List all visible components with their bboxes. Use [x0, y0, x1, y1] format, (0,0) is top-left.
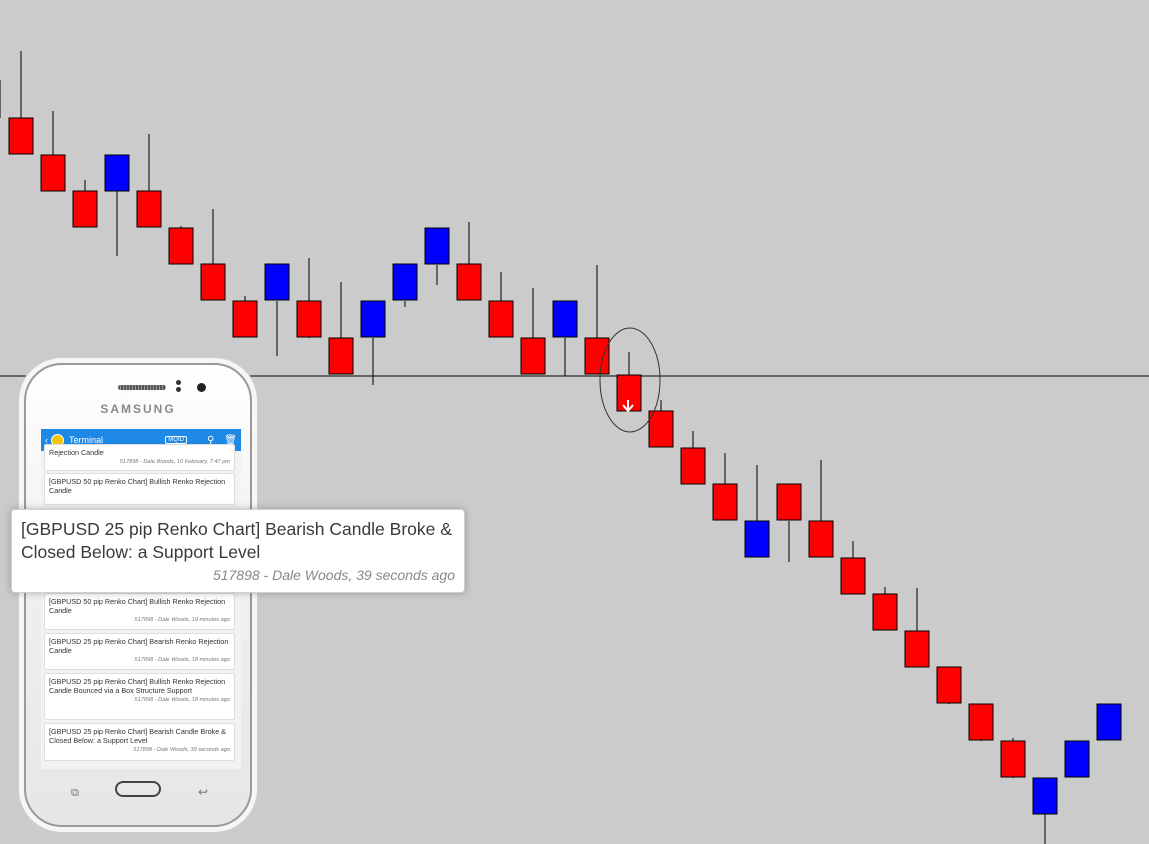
bearish-brick: [936, 666, 962, 704]
bearish-brick: [8, 117, 34, 155]
message-title: [GBPUSD 25 pip Renko Chart] Bearish Cand…: [49, 727, 226, 745]
home-button[interactable]: [115, 781, 161, 797]
list-item[interactable]: [GBPUSD 25 pip Renko Chart] Bearish Cand…: [44, 723, 235, 761]
bearish-brick: [904, 630, 930, 668]
bullish-brick: [1064, 740, 1090, 778]
bearish-brick: [296, 300, 322, 338]
recent-apps-icon[interactable]: ⧉: [71, 787, 79, 800]
back-arrow-icon[interactable]: ↩: [198, 785, 208, 799]
message-meta: 517898 - Dale Woods, 39 seconds ago: [133, 747, 230, 753]
bearish-brick: [680, 447, 706, 485]
bullish-brick: [424, 227, 450, 265]
message-meta: 517898 - Dale Woods, 19 minutes ago: [134, 617, 230, 623]
bearish-brick: [808, 520, 834, 558]
list-item[interactable]: [GBPUSD 50 pip Renko Chart] Bullish Renk…: [44, 593, 235, 630]
list-item[interactable]: [GBPUSD 25 pip Renko Chart] Bullish Renk…: [44, 673, 235, 720]
notification-title: [GBPUSD 25 pip Renko Chart] Bearish Cand…: [21, 519, 452, 562]
message-meta: 517898 - Dale Woods, 10 February, 7:47 p…: [119, 459, 230, 465]
speaker-grill: [118, 385, 166, 390]
bearish-brick: [136, 190, 162, 228]
bearish-brick: [520, 337, 546, 375]
bearish-brick: [200, 263, 226, 301]
phone-navbar: ⧉ ↩: [26, 777, 250, 807]
bullish-brick: [360, 300, 386, 338]
bullish-brick: [392, 263, 418, 301]
list-item[interactable]: [GBPUSD 50 pip Renko Chart] Bullish Renk…: [44, 473, 235, 505]
message-title: [GBPUSD 25 pip Renko Chart] Bullish Renk…: [49, 677, 226, 695]
list-item[interactable]: [GBPUSD 25 pip Renko Chart] Bearish Renk…: [44, 633, 235, 670]
bullish-brick: [552, 300, 578, 338]
sensor-dot: [176, 380, 181, 385]
bearish-brick: [1000, 740, 1026, 778]
bearish-brick: [168, 227, 194, 265]
bearish-brick: [72, 190, 98, 228]
message-meta: 517898 - Dale Woods, 18 minutes ago: [134, 657, 230, 663]
message-title: [GBPUSD 25 pip Renko Chart] Bearish Renk…: [49, 637, 229, 655]
message-title: [GBPUSD 50 pip Renko Chart] Bullish Renk…: [49, 477, 226, 495]
phone-brand: SAMSUNG: [100, 402, 176, 416]
bearish-brick: [776, 483, 802, 521]
list-item[interactable]: Rejection Candle 517898 - Dale Woods, 10…: [44, 444, 235, 471]
bearish-brick: [584, 337, 610, 375]
notification-popup[interactable]: [GBPUSD 25 pip Renko Chart] Bearish Cand…: [11, 509, 465, 593]
bearish-brick: [712, 483, 738, 521]
bearish-brick: [456, 263, 482, 301]
bearish-brick: [40, 154, 66, 192]
notification-meta: 517898 - Dale Woods, 39 seconds ago: [212, 567, 455, 583]
phone-screen: ‹ Terminal MQID ⚲ 🗑 Rejection Candle 517…: [41, 429, 241, 769]
phone-mockup: SAMSUNG ‹ Terminal MQID ⚲ 🗑 Rejection Ca…: [24, 363, 252, 827]
message-title: [GBPUSD 50 pip Renko Chart] Bullish Renk…: [49, 597, 226, 615]
bullish-brick: [744, 520, 770, 558]
message-title: Rejection Candle: [49, 448, 104, 457]
message-meta: 517898 - Dale Woods, 18 minutes ago: [134, 697, 230, 703]
bearish-brick: [968, 703, 994, 741]
mqid-badge[interactable]: MQID: [165, 436, 187, 444]
bullish-brick: [264, 263, 290, 301]
bullish-brick: [104, 154, 130, 192]
bullish-brick: [1032, 777, 1058, 815]
front-camera: [197, 383, 206, 392]
bearish-brick: [232, 300, 258, 338]
bearish-brick: [488, 300, 514, 338]
bearish-brick: [872, 593, 898, 631]
bearish-brick: [328, 337, 354, 375]
sensor-dot: [176, 387, 181, 392]
bearish-brick: [840, 557, 866, 595]
bullish-brick: [1096, 703, 1122, 741]
bearish-brick: [648, 410, 674, 448]
